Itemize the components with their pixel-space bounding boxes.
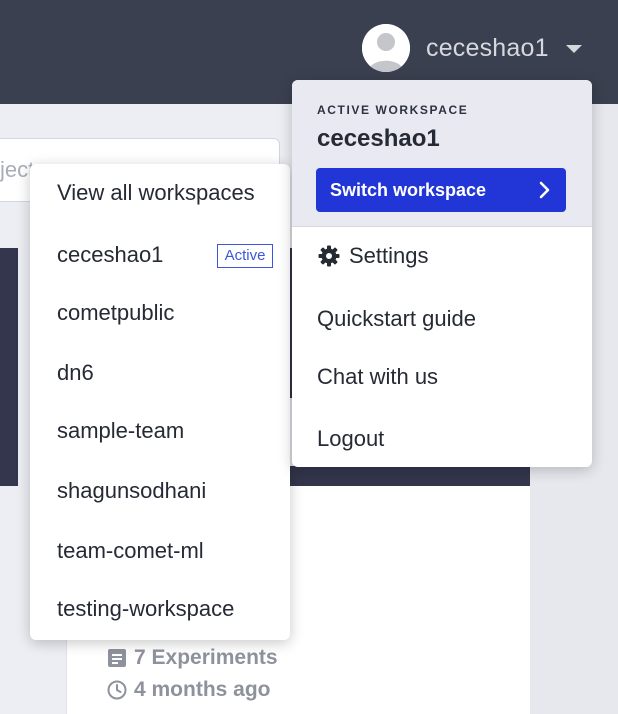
workspace-item-ceceshao1[interactable]: ceceshao1 <box>57 242 163 268</box>
settings-label: Settings <box>349 243 429 268</box>
chat-with-us-item[interactable]: Chat with us <box>317 364 438 390</box>
workspace-item-dn6[interactable]: dn6 <box>57 360 94 386</box>
chevron-right-icon <box>539 181 550 199</box>
user-menu-name[interactable]: ceceshao1 <box>426 34 549 63</box>
active-workspace-name: ceceshao1 <box>317 125 440 152</box>
workspace-item-shagunsodhani[interactable]: shagunsodhani <box>57 478 206 504</box>
clock-icon <box>107 680 127 700</box>
workspace-item-cometpublic[interactable]: cometpublic <box>57 300 174 326</box>
experiments-count-text: 7 Experiments <box>134 646 278 669</box>
dark-panel-bottom <box>282 466 530 486</box>
experiments-count: 7 Experiments <box>106 646 278 670</box>
workspace-item-team-comet-ml[interactable]: team-comet-ml <box>57 538 204 564</box>
dark-panel-edge <box>0 248 18 486</box>
caret-down-icon[interactable] <box>566 45 582 53</box>
active-workspace-section: ACTIVE WORKSPACE ceceshao1 Switch worksp… <box>292 80 592 227</box>
switch-workspace-button[interactable]: Switch workspace <box>316 168 566 212</box>
active-workspace-badge: Active <box>217 244 273 268</box>
user-avatar-icon[interactable] <box>362 24 410 72</box>
settings-menu-item[interactable]: Settings <box>317 243 429 269</box>
view-all-workspaces-item[interactable]: View all workspaces <box>57 180 255 206</box>
quickstart-guide-item[interactable]: Quickstart guide <box>317 306 476 332</box>
active-workspace-label: ACTIVE WORKSPACE <box>317 103 469 117</box>
switch-workspace-label: Switch workspace <box>330 180 487 200</box>
logout-item[interactable]: Logout <box>317 426 384 452</box>
workspace-item-sample-team[interactable]: sample-team <box>57 418 184 444</box>
account-menu: ACTIVE WORKSPACE ceceshao1 Switch worksp… <box>292 80 592 467</box>
gear-icon <box>318 245 340 267</box>
workspace-item-testing-workspace[interactable]: testing-workspace <box>57 596 234 622</box>
workspace-switcher-menu: View all workspaces ceceshao1 Active com… <box>30 164 290 640</box>
last-updated: 4 months ago <box>106 678 271 702</box>
document-icon <box>108 649 126 667</box>
last-updated-text: 4 months ago <box>134 678 271 701</box>
